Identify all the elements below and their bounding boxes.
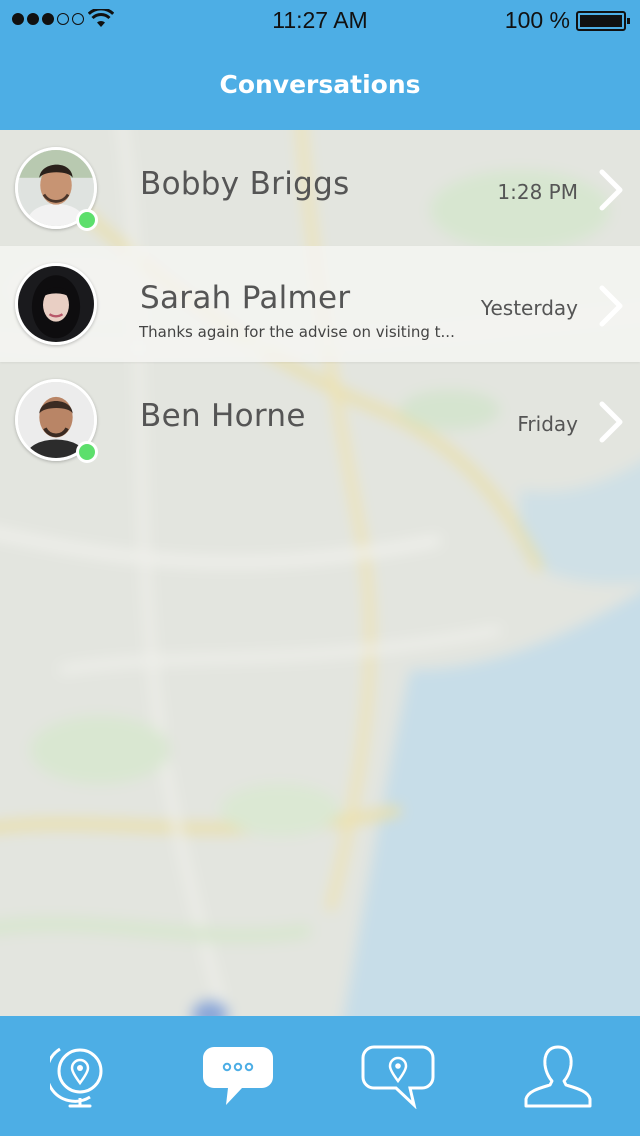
tab-bar xyxy=(0,1016,640,1136)
profile-icon xyxy=(524,1045,592,1108)
battery-percent: 100 % xyxy=(504,7,570,33)
conversation-row-ben-horne[interactable]: Ben Horne Friday xyxy=(0,362,640,478)
chat-bubble-icon xyxy=(203,1047,273,1105)
conversation-row-sarah-palmer[interactable]: Sarah Palmer Thanks again for the advise… xyxy=(0,246,640,362)
location-bubble-icon xyxy=(361,1045,435,1109)
tab-profile[interactable] xyxy=(518,1040,598,1112)
contact-name: Bobby Briggs xyxy=(140,166,350,202)
contact-name: Ben Horne xyxy=(140,398,306,434)
tab-conversations[interactable] xyxy=(198,1040,278,1112)
avatar xyxy=(15,263,97,345)
conversation-row-bobby-briggs[interactable]: Bobby Briggs 1:28 PM xyxy=(0,130,640,246)
online-status-indicator xyxy=(76,441,98,463)
message-time: Friday xyxy=(517,412,578,436)
contact-name: Sarah Palmer xyxy=(140,280,351,316)
message-time: 1:28 PM xyxy=(497,180,578,204)
page-title: Conversations xyxy=(219,70,421,99)
tab-checkins[interactable] xyxy=(358,1040,438,1112)
online-status-indicator xyxy=(76,209,98,231)
chevron-right-icon xyxy=(599,285,623,327)
message-time: Yesterday xyxy=(480,296,578,320)
chevron-right-icon xyxy=(599,401,623,443)
chevron-right-icon xyxy=(599,169,623,211)
message-preview: Thanks again for the advise on visiting … xyxy=(139,323,455,341)
battery-icon xyxy=(576,11,630,31)
conversation-list: Bobby Briggs 1:28 PM Sarah Palmer Thanks… xyxy=(0,130,640,478)
globe-pin-icon xyxy=(50,1047,103,1108)
status-bar: 11:27 AM 100 % xyxy=(0,0,640,40)
top-bar: 11:27 AM 100 % Conversations xyxy=(0,0,640,130)
tab-explore[interactable] xyxy=(40,1040,120,1112)
